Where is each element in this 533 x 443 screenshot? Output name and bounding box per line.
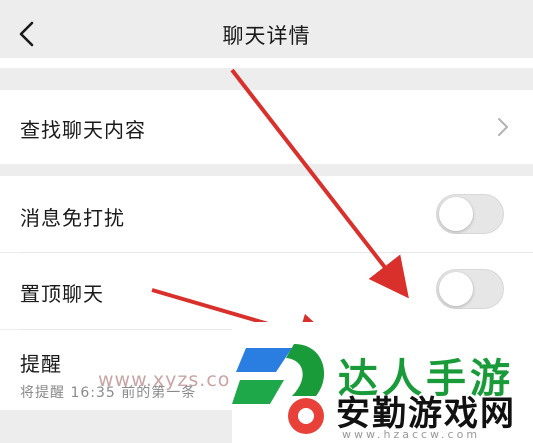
brand-logo-icon xyxy=(232,344,325,434)
toggle-knob xyxy=(439,272,473,306)
row-label: 查找聊天内容 xyxy=(20,118,146,142)
row-pin-chat: 置顶聊天 xyxy=(0,253,533,329)
pin-toggle[interactable] xyxy=(436,269,504,309)
chevron-right-icon xyxy=(498,118,508,136)
toggle-knob xyxy=(439,197,473,231)
page-title: 聊天详情 xyxy=(222,24,311,48)
row-label: 提醒 xyxy=(20,352,62,376)
row-mute-notifications: 消息免打扰 xyxy=(0,176,533,252)
row-search-chat-content[interactable]: 查找聊天内容 xyxy=(0,90,533,164)
row-label: 消息免打扰 xyxy=(20,206,125,230)
top-card-edge xyxy=(0,58,533,68)
mute-toggle[interactable] xyxy=(436,194,504,234)
row-label: 置顶聊天 xyxy=(20,282,104,306)
watermark-domain: www.hzaccw.com xyxy=(342,428,481,441)
watermark-url: www.xyzs.com xyxy=(98,369,250,391)
